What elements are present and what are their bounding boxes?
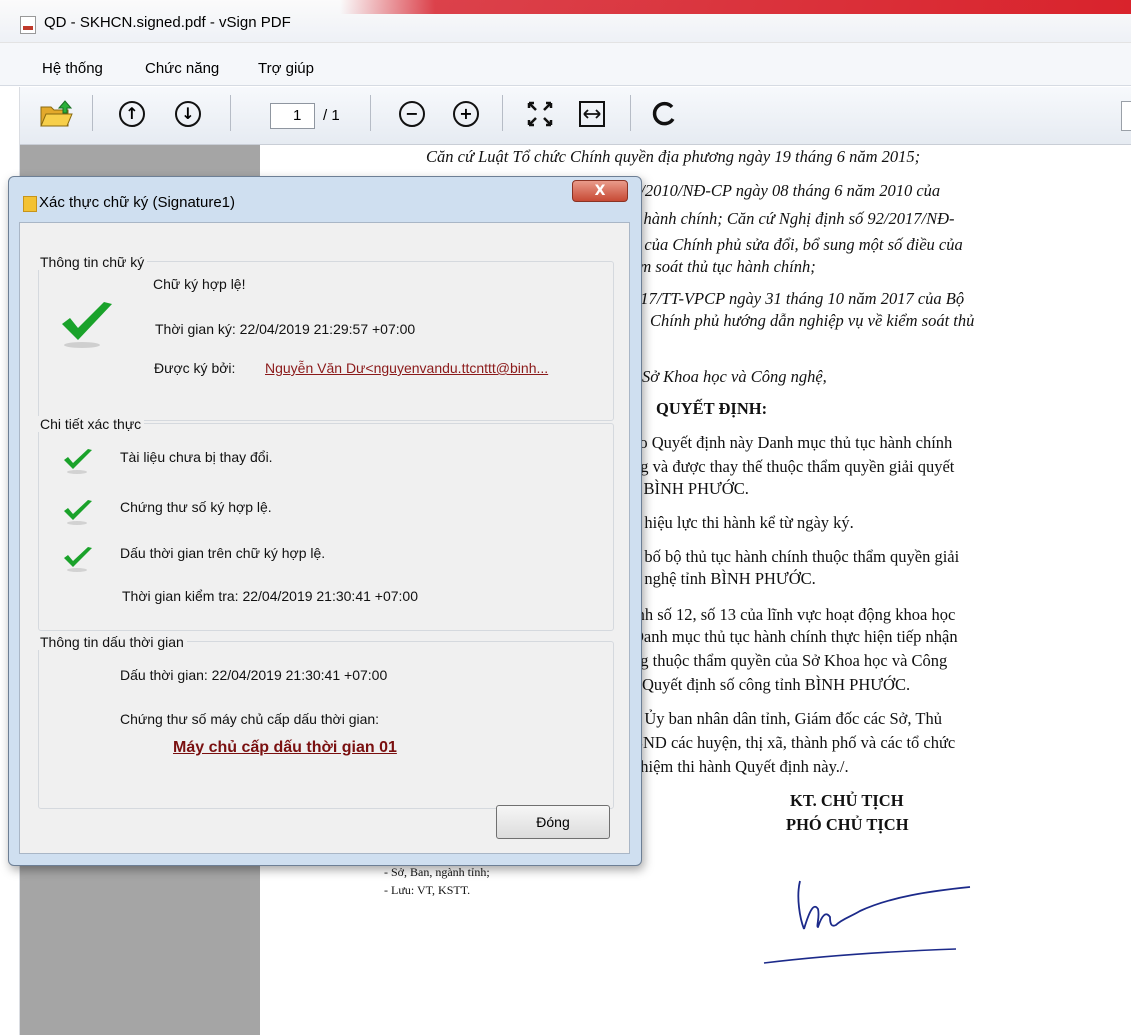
large-check-icon — [62, 302, 112, 348]
main-title-bar: QD - SKHCN.signed.pdf - vSign PDF — [0, 0, 1131, 43]
verify-item-timestamp: Dấu thời gian trên chữ ký hợp lệ. — [120, 545, 326, 561]
refresh-button[interactable] — [644, 93, 684, 135]
doc-recipient: - Lưu: VT, KSTT. — [384, 883, 471, 897]
toolbar-separator — [370, 95, 371, 131]
timestamp-cert-label: Chứng thư số máy chủ cấp dấu thời gian: — [120, 711, 380, 727]
open-folder-icon — [40, 100, 73, 127]
doc-line: ó hiệu lực thi hành kể từ ngày ký. — [632, 513, 854, 532]
verify-item-document: Tài liệu chưa bị thay đổi. — [120, 449, 273, 465]
doc-line: ệ BÌNH PHƯỚC. — [632, 479, 749, 498]
zoom-in-icon: + — [453, 101, 479, 127]
close-dialog-button[interactable]: Đóng — [496, 805, 610, 839]
doc-line: ng thuộc thẩm quyền của Sở Khoa học và C… — [632, 651, 948, 670]
check-icon — [64, 449, 92, 474]
check-time: Thời gian kiểm tra: 22/04/2019 21:30:41 … — [122, 588, 418, 604]
doc-line: 017/TT-VPCP ngày 31 tháng 10 năm 2017 củ… — [632, 289, 965, 308]
signature-valid-status: Chữ ký hợp lệ! — [153, 276, 246, 292]
doc-line: Danh mục thủ tục hành chính thực hiện ti… — [632, 627, 958, 646]
doc-line: Chính phủ hướng dẫn nghiệp vụ về kiểm so… — [650, 311, 975, 330]
toolbar-right-control[interactable] — [1121, 101, 1131, 131]
fit-width-icon — [579, 101, 605, 127]
toolbar-separator — [230, 95, 231, 131]
page-number-input[interactable]: 1 — [270, 103, 315, 129]
menu-tro-giup[interactable]: Trợ giúp — [258, 60, 314, 77]
arrow-up-icon: ↑ — [119, 101, 145, 127]
doc-line: Quyết định số công tỉnh BÌNH PHƯỚC. — [642, 675, 911, 694]
toolbar-separator — [92, 95, 93, 131]
toolbar-separator — [502, 95, 503, 131]
sign-time: Thời gian ký: 22/04/2019 21:29:57 +07:00 — [155, 321, 416, 337]
doc-line: 3/2010/NĐ-CP ngày 08 tháng 6 năm 2010 củ… — [632, 181, 941, 200]
zoom-out-icon: − — [399, 101, 425, 127]
previous-page-button[interactable]: ↑ — [112, 93, 152, 135]
doc-line: Sở Khoa học và Công nghệ, — [642, 367, 827, 386]
doc-line: ng và được thay thế thuộc thẩm quyền giả… — [632, 457, 955, 476]
check-icon — [64, 547, 92, 572]
toolbar: ↑ ↓ 1 / 1 − + — [20, 87, 1131, 145]
doc-line: Căn cứ Luật Tổ chức Chính quyền địa phươ… — [426, 147, 921, 166]
fit-width-button[interactable] — [572, 93, 612, 135]
zoom-out-button[interactable]: − — [392, 93, 432, 135]
dialog-title: Xác thực chữ ký (Signature1) — [39, 194, 235, 211]
doc-line: g bố bộ thủ tục hành chính thuộc thẩm qu… — [632, 547, 960, 566]
doc-line: eo Quyết định này Danh mục thủ tục hành … — [632, 433, 953, 452]
signed-by-label: Được ký bởi: — [154, 360, 236, 376]
signer-link[interactable]: Nguyễn Văn Dư<nguyenvandu.ttcnttt@binh..… — [265, 360, 548, 376]
handwritten-signature — [763, 880, 971, 964]
doc-line: g Ủy ban nhân dân tỉnh, Giám đốc các Sở,… — [632, 709, 942, 728]
doc-line: g nghệ tỉnh BÌNH PHƯỚC. — [632, 569, 816, 588]
doc-heading: QUYẾT ĐỊNH: — [656, 399, 768, 418]
doc-line: 7 của Chính phủ sửa đổi, bổ sung một số … — [632, 235, 963, 254]
zoom-in-button[interactable]: + — [446, 93, 486, 135]
doc-signer-title: KT. CHỦ TỊCH — [790, 791, 904, 810]
arrow-down-icon: ↓ — [175, 101, 201, 127]
signature-icon — [23, 196, 37, 212]
menu-he-thong[interactable]: Hệ thống — [42, 60, 103, 77]
open-folder-button[interactable] — [36, 93, 76, 135]
refresh-icon — [652, 101, 675, 126]
signature-info-group — [38, 261, 614, 421]
fit-page-icon — [527, 101, 553, 127]
doc-line: c hành chính; Căn cứ Nghị định số 92/201… — [632, 209, 955, 228]
menu-bar: Hệ thống Chức năng Trợ giúp — [0, 43, 1131, 86]
fit-page-button[interactable] — [520, 93, 560, 135]
signature-verification-dialog: Xác thực chữ ký (Signature1) X Thông tin… — [8, 176, 642, 866]
next-page-button[interactable]: ↓ — [168, 93, 208, 135]
title-bar-decoration — [340, 0, 1131, 14]
timestamp-time: Dấu thời gian: 22/04/2019 21:30:41 +07:0… — [120, 667, 388, 683]
timestamp-server-link[interactable]: Máy chủ cấp dấu thời gian 01 — [173, 739, 397, 757]
dialog-body: Thông tin chữ ký Chữ ký hợp lệ! Thời gia… — [19, 222, 630, 854]
pdf-app-icon — [20, 16, 36, 34]
doc-line: nhiệm thi hành Quyết định này./. — [632, 757, 849, 776]
dialog-close-button[interactable]: X — [572, 180, 628, 202]
verification-heading: Chi tiết xác thực — [37, 416, 145, 432]
signature-info-heading: Thông tin chữ ký — [37, 254, 148, 270]
page-total: / 1 — [323, 107, 340, 124]
doc-line: BND các huyện, thị xã, thành phố và các … — [632, 733, 956, 752]
doc-signer-subtitle: PHÓ CHỦ TỊCH — [786, 815, 909, 834]
toolbar-separator — [630, 95, 631, 131]
doc-recipient: - Sở, Ban, ngành tỉnh; — [384, 865, 490, 879]
menu-chuc-nang[interactable]: Chức năng — [145, 60, 219, 77]
doc-line: ính số 12, số 13 của lĩnh vực hoạt động … — [632, 605, 956, 624]
doc-line: ểm soát thủ tục hành chính; — [632, 257, 816, 276]
verify-item-certificate: Chứng thư số ký hợp lệ. — [120, 499, 272, 515]
window-title: QD - SKHCN.signed.pdf - vSign PDF — [44, 14, 291, 31]
check-icon — [64, 500, 92, 525]
timestamp-heading: Thông tin dấu thời gian — [37, 634, 187, 650]
